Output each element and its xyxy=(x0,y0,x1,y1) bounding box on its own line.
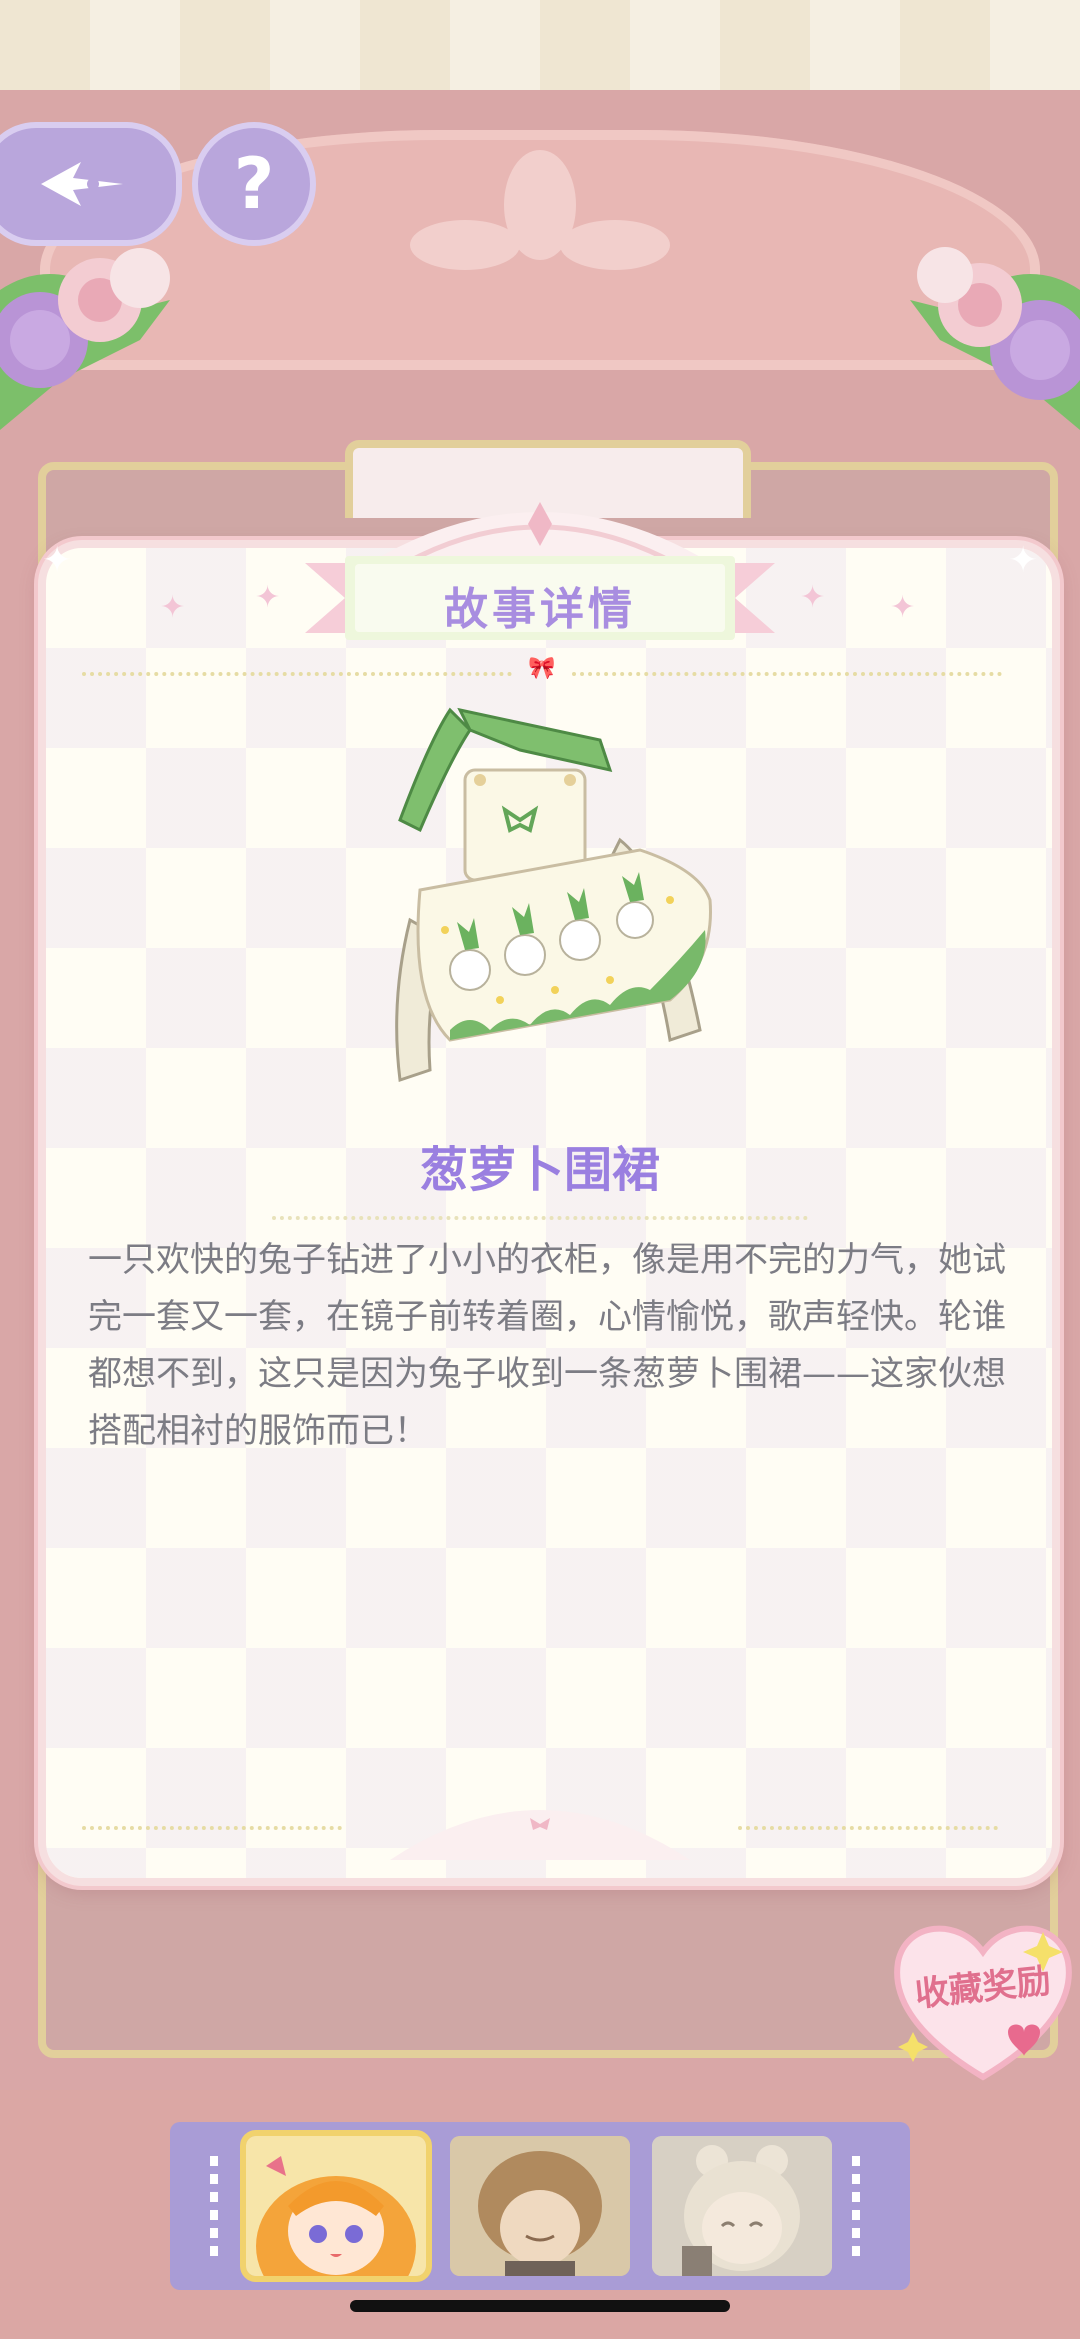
character-avatar-brown-hair-boy[interactable] xyxy=(450,2136,630,2276)
divider-line xyxy=(738,1826,998,1830)
home-indicator[interactable] xyxy=(350,2300,730,2312)
sparkle-icon: ✦ xyxy=(255,580,281,615)
back-arrow-icon xyxy=(41,162,123,206)
item-description: 一只欢快的兔子钻进了小小的衣柜，像是用不完的力气，她试完一套又一套，在镜子前转着… xyxy=(88,1240,1006,1451)
character-avatar-white-hair-girl[interactable] xyxy=(652,2136,832,2276)
sparkle-icon: ✦ xyxy=(890,590,916,625)
divider-line xyxy=(82,672,512,676)
sparkle-icon: ✦ xyxy=(800,580,826,615)
sparkle-icon: ✦ xyxy=(1008,540,1039,581)
sparkle-icon: ✦ xyxy=(42,540,73,581)
back-button[interactable] xyxy=(0,122,182,246)
divider-line xyxy=(572,672,1002,676)
avatar xyxy=(652,2136,832,2276)
flower-decoration-right xyxy=(910,247,1080,430)
radish-apron-image xyxy=(395,707,712,1083)
divider-line xyxy=(272,1216,808,1220)
divider-line xyxy=(82,1826,342,1830)
item-name: 葱萝卜围裙 xyxy=(419,1142,660,1198)
help-icon: ? xyxy=(233,143,275,225)
bow-icon: 🎀 xyxy=(528,656,556,681)
popup-bottom-ornament xyxy=(390,1810,690,1860)
avatar xyxy=(246,2136,426,2276)
popup-title: 故事详情 xyxy=(444,584,636,635)
wardrobe-crest-ornament xyxy=(410,150,670,270)
help-button[interactable]: ? xyxy=(192,122,316,246)
flower-decoration-left xyxy=(0,248,170,430)
bar-divider xyxy=(210,2156,218,2256)
sparkle-icon: ✦ xyxy=(160,590,186,625)
character-avatar-orange-hair-girl[interactable] xyxy=(240,2130,432,2282)
avatar xyxy=(450,2136,630,2276)
bar-divider xyxy=(852,2156,860,2256)
character-selector-bar xyxy=(170,2122,910,2290)
